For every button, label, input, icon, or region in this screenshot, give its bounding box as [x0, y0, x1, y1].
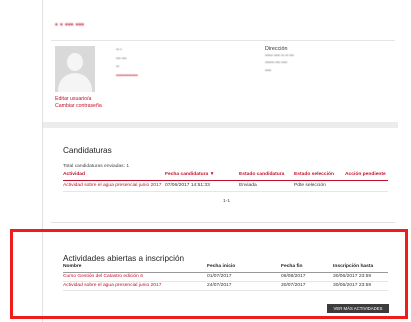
user-name-heading: • • ••• ••• — [55, 20, 85, 29]
avatar-head-icon — [67, 53, 83, 71]
header-divider — [51, 40, 395, 41]
change-password-link[interactable]: Cambiar contraseña — [55, 103, 102, 110]
row-divider — [63, 191, 388, 192]
cell-nombre-link[interactable]: Actividad sobre el agua presencial junio… — [63, 283, 161, 288]
cell-fecha-inicio: 24/07/2017 — [207, 283, 232, 288]
col-header-inscripcion-hasta: Inscripción hasta — [333, 264, 374, 269]
address-line: •••••• ••• •••• — [265, 60, 287, 67]
candidaturas-title: Candidaturas — [63, 146, 112, 155]
window-margin-right — [398, 0, 411, 322]
cell-estado: Enviada — [239, 183, 257, 188]
cell-seleccion: Pdte selección — [294, 183, 326, 188]
user-info-line: •• • — [116, 47, 122, 53]
user-info: •• • ••• ••• •• •••••••••••• — [116, 46, 138, 80]
address-line: •••• — [265, 67, 272, 74]
address-label: Dirección — [265, 46, 288, 52]
actividades-title: Actividades abiertas a inscripción — [63, 254, 185, 263]
header-underline — [63, 180, 388, 181]
col-header-actividad: Actividad — [63, 172, 86, 177]
cell-actividad-link[interactable]: Actividad sobre el agua presencial junio… — [63, 183, 161, 188]
row-divider — [63, 281, 388, 282]
sort-chevron-down-icon: ▼ — [209, 172, 215, 177]
col-header-label: Fecha candidatura — [165, 172, 209, 177]
avatar — [55, 46, 95, 92]
user-email: •••••••••••• — [116, 72, 138, 79]
cell-inscripcion-hasta: 30/06/2017 23:59 — [333, 274, 372, 279]
window-margin-left — [0, 0, 42, 322]
user-info-line: ••• ••• — [116, 55, 127, 62]
col-header-nombre: Nombre — [63, 264, 82, 269]
cell-fecha-fin: 30/07/2017 — [281, 283, 306, 288]
user-links: Editar usuario/a Cambiar contraseña — [55, 96, 102, 110]
header-underline — [63, 272, 388, 273]
pagination: 1-1 — [223, 199, 231, 204]
cell-fecha: 07/06/2017 14:51:33 — [165, 183, 210, 188]
col-header-estado-seleccion: Estado selección — [294, 172, 334, 177]
avatar-body-icon — [58, 73, 92, 92]
col-header-fecha-candidatura[interactable]: Fecha candidatura ▼ — [165, 172, 214, 177]
col-header-accion-pendiente: Acción pendiente — [345, 172, 386, 177]
col-header-fecha-fin: Fecha fin — [281, 264, 303, 269]
user-info-line: •• — [116, 64, 120, 71]
col-header-estado-candidatura: Estado candidatura — [239, 172, 285, 177]
candidaturas-total: Total candidaturas enviadas: 1 — [63, 164, 130, 169]
profile-page: • • ••• ••• •• • ••• ••• •• ••••••••••••… — [42, 0, 399, 322]
col-header-fecha-inicio: Fecha inicio — [207, 264, 236, 269]
row-divider — [63, 290, 388, 291]
cell-fecha-inicio: 01/07/2017 — [207, 274, 232, 279]
section-separator — [43, 122, 398, 128]
edit-user-link[interactable]: Editar usuario/a — [55, 96, 102, 103]
cell-nombre-link[interactable]: Curso Gestión del Catastro edición 6 — [63, 274, 143, 279]
cell-inscripcion-hasta: 30/06/2017 23:59 — [333, 283, 372, 288]
see-more-activities-button[interactable]: VER MÁS ACTIVIDADES — [327, 304, 389, 313]
address-line: ••••• •••• •• •• ••• — [265, 53, 294, 60]
user-address: Dirección ••••• •••• •• •• ••• •••••• ••… — [265, 46, 390, 75]
section-divider — [51, 222, 395, 223]
cell-fecha-fin: 06/08/2017 — [281, 274, 306, 279]
